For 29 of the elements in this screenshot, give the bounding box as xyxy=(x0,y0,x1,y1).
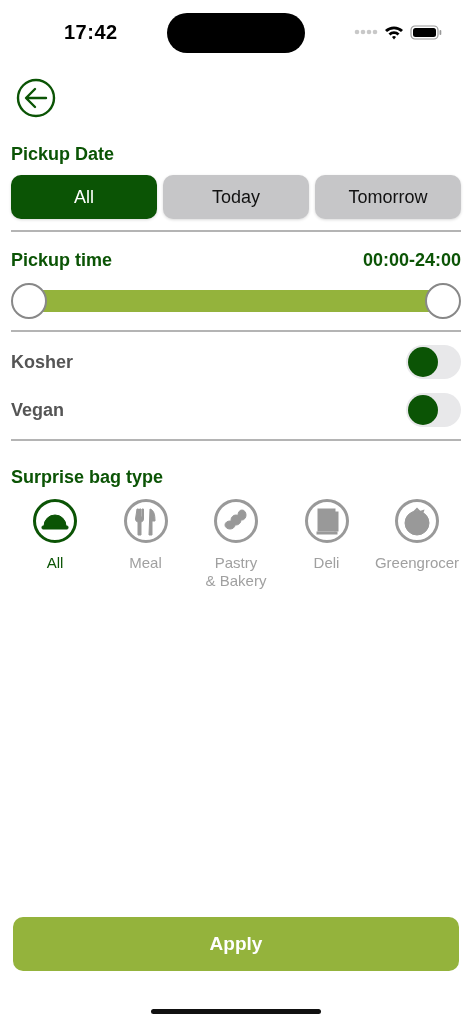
toggle-switch[interactable] xyxy=(406,345,461,379)
category-label: Deli xyxy=(313,554,340,572)
category-label: All xyxy=(46,554,64,572)
signal-icon xyxy=(354,29,378,35)
time-range: 00:00-24:00 xyxy=(362,250,461,271)
status-time: 17:42 xyxy=(64,20,118,44)
section-title: Surprise bag type xyxy=(11,467,165,488)
date-option[interactable]: Tomorrow xyxy=(315,175,461,219)
cutlery-icon[interactable] xyxy=(122,498,169,544)
range-slider[interactable] xyxy=(11,283,461,319)
section-title: Pickup Date xyxy=(11,144,116,165)
date-option[interactable]: All xyxy=(11,175,157,219)
package-icon[interactable] xyxy=(303,498,350,544)
battery-icon xyxy=(410,24,442,40)
dome-icon[interactable] xyxy=(32,498,78,544)
slider-handle[interactable] xyxy=(425,283,461,319)
toggle-label: Vegan xyxy=(11,399,65,421)
slider-handle[interactable] xyxy=(11,283,47,319)
date-option[interactable]: Today xyxy=(163,175,309,219)
tomato-icon[interactable] xyxy=(394,498,440,544)
category-label: Greengrocer xyxy=(374,554,460,572)
toggle-label: Kosher xyxy=(11,351,73,373)
wifi-icon xyxy=(384,24,404,40)
category-label: Pastry & Bakery xyxy=(205,554,267,590)
category-label: Meal xyxy=(129,554,162,572)
croissant-icon[interactable] xyxy=(213,498,259,544)
toggle-switch[interactable] xyxy=(406,393,461,427)
section-title: Pickup time xyxy=(11,250,113,271)
back-icon[interactable] xyxy=(16,78,56,118)
